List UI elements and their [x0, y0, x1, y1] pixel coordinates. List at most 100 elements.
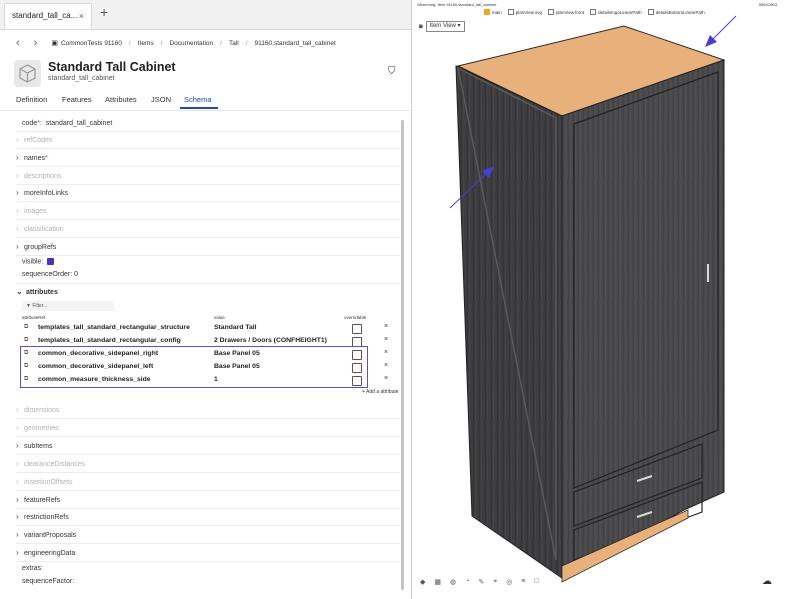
schema-section-label: geometries	[24, 424, 59, 432]
breadcrumb-separator: /	[128, 39, 131, 47]
extras-label: extras:	[22, 565, 44, 572]
sequence-order-field: sequenceOrder: 0	[22, 271, 78, 278]
schema-section[interactable]: › refCodes	[16, 135, 52, 144]
globe-icon[interactable]: ◍	[450, 578, 456, 586]
tab-features[interactable]: Features	[62, 95, 92, 104]
chevron-right-icon: ›	[16, 224, 19, 233]
filter-icon: ▼	[26, 303, 31, 309]
chevron-right-icon: ›	[16, 206, 19, 216]
document-tab[interactable]: standard_tall_ca... ×	[4, 3, 92, 29]
paint-icon[interactable]: ◆	[420, 578, 425, 586]
schema-section-label: engineeringData	[24, 550, 76, 558]
page-title: Standard Tall Cabinet	[48, 60, 176, 74]
pencil-icon[interactable]: ✎	[478, 578, 484, 586]
schema-section-label: images	[24, 208, 47, 216]
schema-section-label: groupRefs	[24, 243, 57, 251]
schema-section-label: insertionOffsets	[24, 478, 73, 486]
filter-placeholder: Filter...	[32, 303, 48, 309]
viewer-toolbar: ◆ ▦ ◍ ◔ ✎ ⌖ ◎ ≡ □	[420, 578, 539, 586]
chevron-right-icon: ›	[16, 494, 19, 504]
divider	[16, 543, 400, 545]
chevron-right-icon: ›	[16, 512, 19, 522]
rotate-icon[interactable]: ◔	[465, 578, 469, 586]
chevron-right-icon: ›	[16, 530, 19, 540]
schema-section[interactable]: › featureRefs	[16, 495, 60, 504]
schema-section-label: names	[24, 154, 46, 162]
schema-section[interactable]: › variantProposals	[16, 530, 76, 539]
required-mark: *	[37, 120, 40, 127]
target-icon[interactable]: ◎	[506, 578, 512, 586]
tab-schema[interactable]: Schema	[184, 95, 212, 104]
forward-button[interactable]: ›	[34, 37, 38, 49]
viewer-panel: Observing: Item 91160.standard_tall_cabi…	[412, 0, 785, 599]
schema-section-label: classification	[24, 226, 64, 233]
sequence-factor-label: sequenceFactor:	[22, 578, 75, 585]
breadcrumb-items[interactable]: Items	[138, 40, 154, 47]
overridable-checkbox[interactable]	[352, 324, 362, 334]
schema-section[interactable]: › images	[16, 206, 47, 215]
schema-section[interactable]: › subItems	[16, 441, 52, 450]
schema-section[interactable]: › engineeringData	[16, 548, 75, 557]
breadcrumb-project[interactable]: CommonTests 91160	[61, 40, 122, 47]
home-icon: ▣	[51, 40, 58, 47]
tab-bar: standard_tall_ca... × +	[0, 0, 411, 30]
schema-section[interactable]: › classification	[16, 224, 64, 233]
schema-section[interactable]: › groupRefs	[16, 242, 56, 251]
schema-section[interactable]: › moreInfoLinks	[16, 188, 68, 197]
schema-section[interactable]: › descriptions	[16, 171, 61, 180]
cabinet-3d-view[interactable]	[412, 0, 785, 599]
attributes-section-header[interactable]: ⌄ attributes	[16, 287, 58, 296]
delete-icon[interactable]: ×	[384, 323, 388, 330]
tab-attributes[interactable]: Attributes	[105, 95, 137, 104]
menu-icon[interactable]: ≡	[521, 578, 525, 586]
back-button[interactable]: ‹	[16, 37, 20, 49]
download-icon[interactable]: ⛉	[388, 66, 396, 77]
visible-checkbox[interactable]	[47, 258, 55, 265]
external-link-icon[interactable]: ⧉	[24, 337, 28, 344]
grid-icon[interactable]: ▦	[434, 578, 441, 586]
schema-section[interactable]: › clearanceDistances	[16, 459, 85, 468]
schema-section-label: subItems	[24, 442, 53, 450]
external-link-icon[interactable]: ⧉	[24, 324, 28, 331]
measure-icon[interactable]: ⌖	[493, 578, 497, 586]
schema-section[interactable]: › geometries	[16, 423, 59, 432]
breadcrumb-tall[interactable]: Tall	[229, 40, 239, 47]
delete-icon[interactable]: ×	[384, 375, 388, 382]
visible-field: visible:	[22, 258, 55, 265]
new-tab-button[interactable]: +	[100, 4, 108, 20]
attribute-filter-input[interactable]: ▼ Filter...	[22, 301, 114, 311]
square-icon[interactable]: □	[534, 578, 538, 586]
breadcrumb-separator: /	[160, 39, 163, 47]
table-row: ⧉ templates_tall_standard_rectangular_str…	[22, 323, 396, 335]
delete-icon[interactable]: ×	[384, 336, 388, 343]
schema-section-label: variantProposals	[24, 532, 77, 540]
column-header-overridable: overridable	[344, 315, 367, 320]
schema-section-label: moreInfoLinks	[24, 190, 68, 198]
divider	[16, 435, 400, 437]
breadcrumb-documentation[interactable]: Documentation	[169, 40, 213, 47]
scrollbar[interactable]	[401, 120, 404, 590]
chevron-right-icon: ›	[16, 135, 19, 144]
divider	[16, 283, 400, 284]
tab-json[interactable]: JSON	[151, 95, 171, 104]
delete-icon[interactable]: ×	[384, 349, 388, 356]
schema-section[interactable]: › insertionOffsets	[16, 477, 73, 486]
delete-icon[interactable]: ×	[384, 362, 388, 369]
divider	[16, 201, 400, 203]
divider	[16, 183, 400, 185]
chevron-right-icon: ›	[16, 188, 19, 198]
schema-section[interactable]: › restrictionRefs	[16, 512, 69, 521]
breadcrumb-current: 91160.standard_tall_cabinet	[254, 39, 336, 47]
schema-section[interactable]: › dimensions	[16, 405, 59, 414]
breadcrumb-separator: /	[220, 39, 222, 47]
add-attribute-button[interactable]: + Add a attribute	[362, 389, 399, 395]
cloud-download-icon[interactable]: ☁	[762, 576, 772, 587]
tab-definition[interactable]: Definition	[16, 95, 47, 104]
chevron-right-icon: ›	[16, 548, 19, 558]
schema-section[interactable]: › names*	[16, 153, 48, 162]
cube-icon	[19, 64, 36, 83]
attribute-value: Standard Tall	[214, 324, 257, 331]
close-tab-icon[interactable]: ×	[79, 4, 84, 28]
divider	[16, 148, 400, 149]
code-field[interactable]: code*: standard_tall_cabinet	[22, 120, 112, 127]
